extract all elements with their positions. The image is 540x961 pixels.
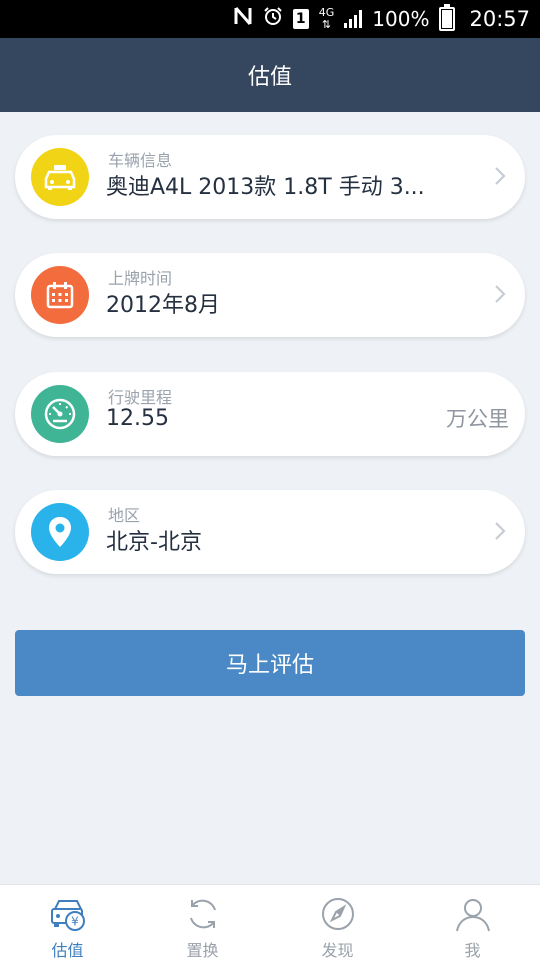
field-label-registration: 上牌时间	[108, 269, 173, 288]
compass-icon	[321, 898, 354, 930]
tab-discover[interactable]: 发现	[270, 885, 405, 961]
nav-header: 估值	[0, 38, 540, 112]
field-label-vehicle: 车辆信息	[108, 151, 173, 170]
region-row[interactable]: 地区 北京-北京	[15, 490, 525, 574]
calendar-icon	[31, 266, 89, 324]
tab-me[interactable]: 我	[405, 885, 540, 961]
nfc-icon	[233, 0, 253, 38]
tab-label-valuation: 估值	[51, 941, 84, 960]
bottom-tab-bar: ¥ 估值 置换 发现 我	[0, 884, 540, 961]
exchange-icon	[189, 899, 216, 929]
field-label-region: 地区	[108, 506, 141, 525]
page-title: 估值	[247, 65, 292, 90]
battery-percent: 100%	[372, 7, 430, 31]
tab-label-discover: 发现	[321, 941, 354, 960]
network-4g-icon: 4G ⇅	[318, 6, 335, 31]
clock: 20:57	[469, 7, 530, 31]
signal-icon	[344, 10, 363, 28]
field-value-region: 北京-北京	[106, 530, 202, 555]
mileage-unit: 万公里	[446, 407, 509, 431]
sim-icon: 1	[292, 9, 309, 29]
alarm-icon	[263, 0, 283, 38]
field-value-mileage[interactable]: 12.55	[106, 406, 169, 431]
car-icon	[31, 148, 89, 206]
chevron-right-icon	[495, 285, 506, 303]
registration-date-row[interactable]: 上牌时间 2012年8月	[15, 253, 525, 337]
field-label-mileage: 行驶里程	[108, 388, 173, 407]
vehicle-info-row[interactable]: 车辆信息 奥迪A4L 2013款 1.8T 手动 3...	[15, 135, 525, 219]
speedometer-icon	[31, 385, 89, 443]
field-value-registration: 2012年8月	[106, 293, 220, 318]
status-bar: 1 4G ⇅ 100% 20:57	[0, 0, 540, 38]
battery-icon	[439, 4, 456, 31]
chevron-right-icon	[495, 522, 506, 540]
tab-exchange[interactable]: 置换	[135, 885, 270, 961]
tab-label-exchange: 置换	[186, 941, 219, 960]
mileage-row[interactable]: 行驶里程 12.55 万公里	[15, 372, 525, 456]
field-value-vehicle: 奥迪A4L 2013款 1.8T 手动 3...	[106, 175, 425, 200]
location-pin-icon	[31, 503, 89, 561]
svg-text:¥: ¥	[71, 915, 79, 929]
evaluate-now-button[interactable]: 马上评估	[15, 630, 525, 696]
network-label: 4G	[318, 6, 335, 19]
tab-valuation[interactable]: ¥ 估值	[0, 885, 135, 961]
tab-label-me: 我	[464, 941, 481, 960]
sim-number: 1	[295, 11, 306, 27]
car-price-icon: ¥	[50, 900, 85, 931]
chevron-right-icon	[495, 167, 506, 185]
user-icon	[455, 899, 490, 932]
evaluate-now-label: 马上评估	[225, 653, 314, 678]
